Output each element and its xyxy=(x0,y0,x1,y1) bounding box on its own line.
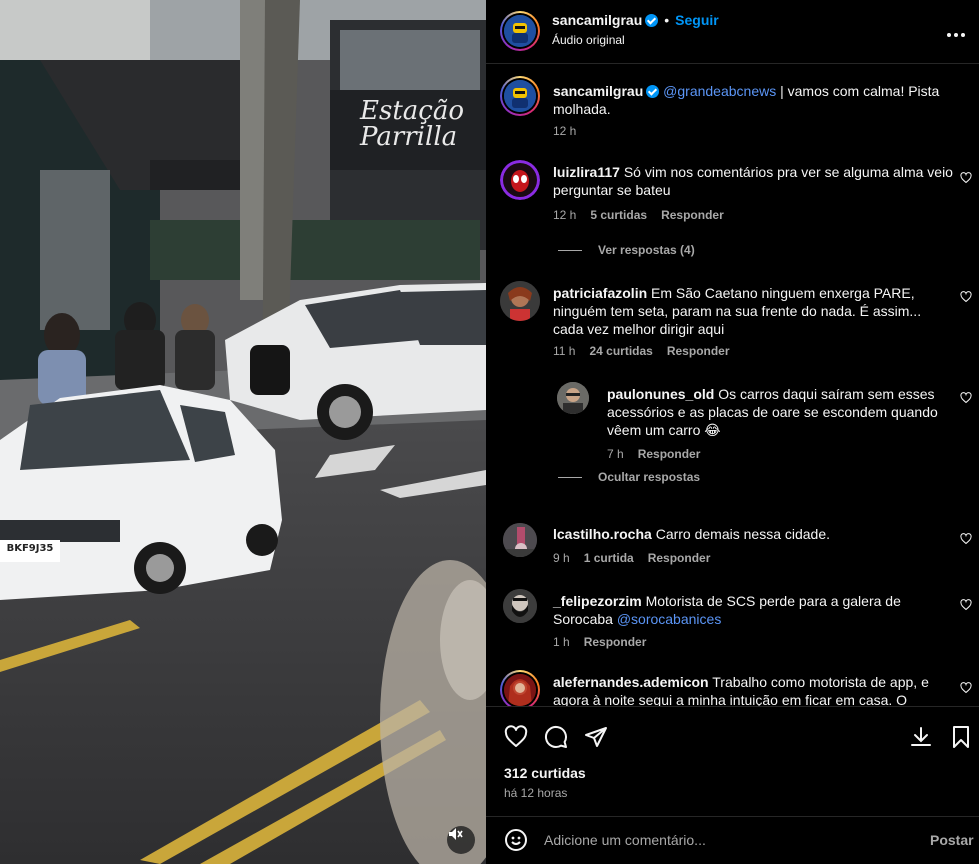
comment-username[interactable]: luizlira117 xyxy=(553,164,620,180)
comment-meta: 9 h 1 curtida Responder xyxy=(553,551,710,565)
comment-input[interactable] xyxy=(544,829,904,851)
comment-username[interactable]: lcastilho.rocha xyxy=(553,526,652,542)
caption-text: sancamilgrau @grandeabcnews | vamos com … xyxy=(553,82,953,118)
emoji-icon[interactable] xyxy=(504,828,528,852)
download-icon[interactable] xyxy=(909,725,933,749)
reply-button[interactable]: Responder xyxy=(648,551,711,565)
hide-replies-button[interactable]: Ocultar respostas xyxy=(558,470,700,484)
post-comment-button[interactable]: Postar xyxy=(930,832,974,848)
comment-meta: 1 h Responder xyxy=(553,635,646,649)
post-actions: 312 curtidas há 12 horas xyxy=(486,706,979,816)
comment-username[interactable]: alefernandes.ademicon xyxy=(553,674,709,690)
like-comment-heart-icon[interactable] xyxy=(960,599,972,611)
reply-button[interactable]: Responder xyxy=(584,635,647,649)
comment-story-ring[interactable] xyxy=(500,670,540,706)
comment-item: alefernandes.ademicon Trabalho como moto… xyxy=(500,670,972,706)
reel-video[interactable]: Estação Parrilla BKF9J35 xyxy=(0,0,486,864)
comment-text: patriciafazolin Em São Caetano ninguem e… xyxy=(553,284,953,338)
comment-likes[interactable]: 24 curtidas xyxy=(589,344,652,358)
verified-badge-icon xyxy=(646,85,660,98)
post-time: há 12 horas xyxy=(504,786,568,800)
comment-text: luizlira117 Só vim nos comentários pra v… xyxy=(553,163,953,199)
comment-body: Carro demais nessa cidade. xyxy=(651,526,831,542)
avatar-image xyxy=(504,15,536,47)
caption-story-ring[interactable] xyxy=(500,76,540,116)
avatar-image xyxy=(503,523,537,557)
avatar-image xyxy=(503,589,537,623)
reply-time: 7 h xyxy=(607,447,624,461)
comment-likes[interactable]: 5 curtidas xyxy=(590,208,647,222)
like-comment-heart-icon[interactable] xyxy=(960,291,972,303)
add-comment-bar: Postar xyxy=(486,816,979,864)
avatar xyxy=(504,15,536,47)
comment-avatar[interactable] xyxy=(500,281,540,321)
comment-time: 11 h xyxy=(553,344,576,358)
reply-text: paulonunes_old Os carros daqui saíram se… xyxy=(607,385,952,439)
comments-section[interactable]: sancamilgrau @grandeabcnews | vamos com … xyxy=(486,65,979,706)
more-options-icon[interactable] xyxy=(947,24,968,42)
reply-button[interactable]: Responder xyxy=(667,344,730,358)
story-ring[interactable] xyxy=(500,11,540,51)
reply-meta: 7 h Responder xyxy=(607,447,700,461)
avatar-image xyxy=(557,382,589,414)
share-icon[interactable] xyxy=(584,725,608,749)
comment-avatar[interactable] xyxy=(503,523,537,557)
avatar-image xyxy=(500,281,540,321)
like-comment-heart-icon[interactable] xyxy=(960,533,972,545)
verified-badge-icon xyxy=(645,14,659,27)
header-username[interactable]: sancamilgrau xyxy=(552,12,642,28)
like-comment-heart-icon[interactable] xyxy=(960,392,972,404)
comment-text: _felipezorzim Motorista de SCS perde par… xyxy=(553,592,953,628)
audio-label[interactable]: Áudio original xyxy=(552,33,625,47)
comment-meta: 11 h 24 curtidas Responder xyxy=(553,344,730,358)
save-bookmark-icon[interactable] xyxy=(949,725,973,749)
mute-button[interactable] xyxy=(447,826,475,854)
separator-dot: • xyxy=(664,12,670,28)
comment-time: 1 h xyxy=(553,635,570,649)
avatar-image xyxy=(504,674,536,706)
reply-button[interactable]: Responder xyxy=(661,208,724,222)
comment-text: lcastilho.rocha Carro demais nessa cidad… xyxy=(553,525,953,543)
caption-mention[interactable]: @grandeabcnews xyxy=(663,83,776,99)
comment-mention[interactable]: @sorocabanices xyxy=(617,611,722,627)
post-panel: sancamilgrau • Seguir Áudio original san… xyxy=(486,0,979,864)
post-header: sancamilgrau • Seguir Áudio original xyxy=(486,0,979,64)
comment-icon[interactable] xyxy=(544,725,568,749)
like-comment-heart-icon[interactable] xyxy=(960,172,972,184)
comment-avatar xyxy=(504,674,536,706)
like-heart-icon[interactable] xyxy=(504,725,528,749)
follow-button[interactable]: Seguir xyxy=(675,12,719,28)
comment-text: alefernandes.ademicon Trabalho como moto… xyxy=(553,673,953,706)
comment-time: 9 h xyxy=(553,551,570,565)
comment-avatar[interactable] xyxy=(503,589,537,623)
caption-avatar xyxy=(504,80,536,112)
comment-time: 12 h xyxy=(553,208,577,222)
comment-username[interactable]: patriciafazolin xyxy=(553,285,647,301)
comment-username[interactable]: _felipezorzim xyxy=(553,593,642,609)
comment-likes[interactable]: 1 curtida xyxy=(584,551,634,565)
reply-button[interactable]: Responder xyxy=(638,447,701,461)
likes-count[interactable]: 312 curtidas xyxy=(504,765,586,781)
avatar-image xyxy=(500,160,540,200)
caption-time: 12 h xyxy=(553,124,577,138)
speaker-muted-icon xyxy=(449,828,463,840)
reply-avatar[interactable] xyxy=(557,382,589,414)
caption-username[interactable]: sancamilgrau xyxy=(553,83,643,99)
like-comment-heart-icon[interactable] xyxy=(960,682,972,694)
license-plate: BKF9J35 xyxy=(6,543,54,554)
view-replies-button[interactable]: Ver respostas (4) xyxy=(558,243,695,257)
comment-meta: 12 h 5 curtidas Responder xyxy=(553,208,724,222)
shop-sign: Estação Parrilla xyxy=(360,96,464,152)
reply-username[interactable]: paulonunes_old xyxy=(607,386,714,402)
avatar-image xyxy=(504,80,536,112)
comment-avatar[interactable] xyxy=(500,160,540,200)
